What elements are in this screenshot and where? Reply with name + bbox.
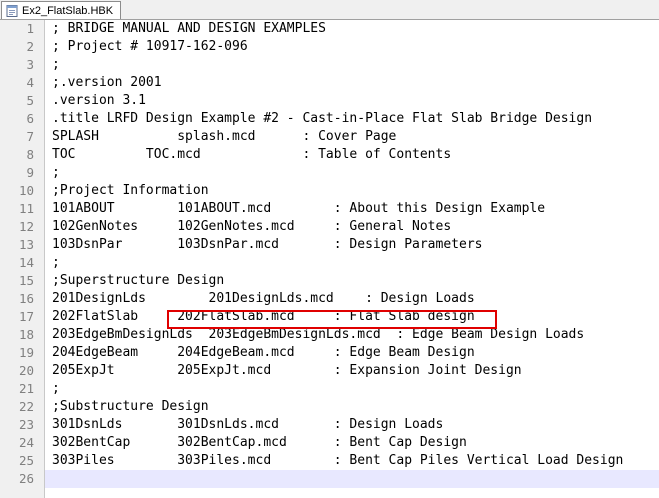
editor-line[interactable]: 26 — [19, 470, 659, 488]
line-text: 103DsnPar 103DsnPar.mcd : Design Paramet… — [52, 237, 483, 252]
line-text: ; BRIDGE MANUAL AND DESIGN EXAMPLES — [52, 21, 326, 36]
tab-bar: Ex2_FlatSlab.HBK — [0, 0, 659, 20]
line-number: 9 — [26, 165, 34, 180]
editor-line[interactable]: 4 ;.version 2001 — [0, 74, 659, 92]
editor-line[interactable]: 9; — [0, 164, 659, 182]
line-number: 1 — [26, 21, 34, 36]
editor-line[interactable]: 13 103DsnPar 103DsnPar.mcd : Design Param… — [0, 236, 659, 254]
line-number: 21 — [18, 381, 34, 396]
line-number: 6 — [26, 111, 34, 126]
line-number: 22 — [18, 399, 34, 414]
line-number: 12 — [18, 219, 34, 234]
line-number: 11 — [18, 201, 34, 216]
line-number: 24 — [18, 435, 34, 450]
line-text: .title LRFD Design Example #2 - Cast-in-… — [52, 111, 593, 126]
line-number: 13 — [18, 237, 34, 252]
line-text: ;Project Information — [52, 183, 209, 198]
line-text: ;Substructure Design — [52, 399, 209, 414]
line-text: 204EdgeBeam 204EdgeBeam.mcd : Edge Beam … — [52, 345, 475, 360]
line-text: ;.version 2001 — [52, 75, 162, 90]
editor-line[interactable]: 21; — [0, 380, 659, 398]
line-number: 17 — [18, 309, 34, 324]
editor-line[interactable]: 25 303Piles 303Piles.mcd : Bent Cap Piles… — [0, 452, 659, 470]
editor-line[interactable]: 5 .version 3.1 — [0, 92, 659, 110]
editor-line[interactable]: 7 SPLASH splash.mcd : Cover Page — [0, 128, 659, 146]
editor-line[interactable]: 2 ; Project # 10917-162-096 — [0, 38, 659, 56]
line-number: 26 — [18, 471, 34, 486]
line-text: SPLASH splash.mcd : Cover Page — [52, 129, 397, 144]
line-text: ; — [52, 57, 60, 72]
editor-line[interactable]: 12 102GenNotes 102GenNotes.mcd : General … — [0, 218, 659, 236]
line-number: 19 — [18, 345, 34, 360]
line-number: 25 — [18, 453, 34, 468]
notepad-file-icon — [6, 4, 18, 17]
line-number: 7 — [26, 129, 34, 144]
editor-line[interactable]: 10 ;Project Information — [0, 182, 659, 200]
line-number: 8 — [26, 147, 34, 162]
line-number: 2 — [26, 39, 34, 54]
line-text: 102GenNotes 102GenNotes.mcd : General No… — [52, 219, 452, 234]
line-text: ;Superstructure Design — [52, 273, 225, 288]
editor-line[interactable]: 15 ;Superstructure Design — [0, 272, 659, 290]
editor-line[interactable]: 22 ;Substructure Design — [0, 398, 659, 416]
line-number: 5 — [26, 93, 34, 108]
line-text: ; — [52, 255, 60, 270]
editor-line[interactable]: 3; — [0, 56, 659, 74]
line-number: 4 — [26, 75, 34, 90]
line-text: 205ExpJt 205ExpJt.mcd : Expansion Joint … — [52, 363, 522, 378]
line-text: 302BentCap 302BentCap.mcd : Bent Cap Des… — [52, 435, 467, 450]
annotation-highlight-box — [167, 310, 497, 329]
line-number: 15 — [18, 273, 34, 288]
tab-file[interactable]: Ex2_FlatSlab.HBK — [1, 1, 121, 19]
editor-line[interactable]: 14; — [0, 254, 659, 272]
line-number: 20 — [18, 363, 34, 378]
line-text: ; — [52, 381, 60, 396]
tab-title: Ex2_FlatSlab.HBK — [22, 4, 114, 17]
line-text: 303Piles 303Piles.mcd : Bent Cap Piles V… — [52, 453, 624, 468]
editor-line[interactable]: 8 TOC TOC.mcd : Table of Contents — [0, 146, 659, 164]
line-text: 101ABOUT 101ABOUT.mcd : About this Desig… — [52, 201, 546, 216]
editor-line[interactable]: 24 302BentCap 302BentCap.mcd : Bent Cap D… — [0, 434, 659, 452]
line-number: 16 — [18, 291, 34, 306]
editor-line[interactable]: 6 .title LRFD Design Example #2 - Cast-in… — [0, 110, 659, 128]
line-number: 3 — [26, 57, 34, 72]
editor-line[interactable]: 20 205ExpJt 205ExpJt.mcd : Expansion Join… — [0, 362, 659, 380]
line-text: .version 3.1 — [52, 93, 146, 108]
editor-line[interactable]: 11 101ABOUT 101ABOUT.mcd : About this Des… — [0, 200, 659, 218]
line-number: 23 — [18, 417, 34, 432]
line-text: ; — [52, 165, 60, 180]
editor-line[interactable]: 23 301DsnLds 301DsnLds.mcd : Design Loads — [0, 416, 659, 434]
line-text: 301DsnLds 301DsnLds.mcd : Design Loads — [52, 417, 444, 432]
line-text: ; Project # 10917-162-096 — [52, 39, 248, 54]
line-number: 10 — [18, 183, 34, 198]
text-editor[interactable]: 1 ; BRIDGE MANUAL AND DESIGN EXAMPLES 2 ; P… — [0, 20, 659, 498]
line-number: 18 — [18, 327, 34, 342]
line-text: TOC TOC.mcd : Table of Contents — [52, 147, 452, 162]
line-number: 14 — [18, 255, 34, 270]
editor-line[interactable]: 1 ; BRIDGE MANUAL AND DESIGN EXAMPLES — [0, 20, 659, 38]
editor-line[interactable]: 16 201DesignLds 201DesignLds.mcd : Design… — [0, 290, 659, 308]
line-text: 201DesignLds 201DesignLds.mcd : Design L… — [52, 291, 475, 306]
editor-line[interactable]: 19 204EdgeBeam 204EdgeBeam.mcd : Edge Bea… — [0, 344, 659, 362]
